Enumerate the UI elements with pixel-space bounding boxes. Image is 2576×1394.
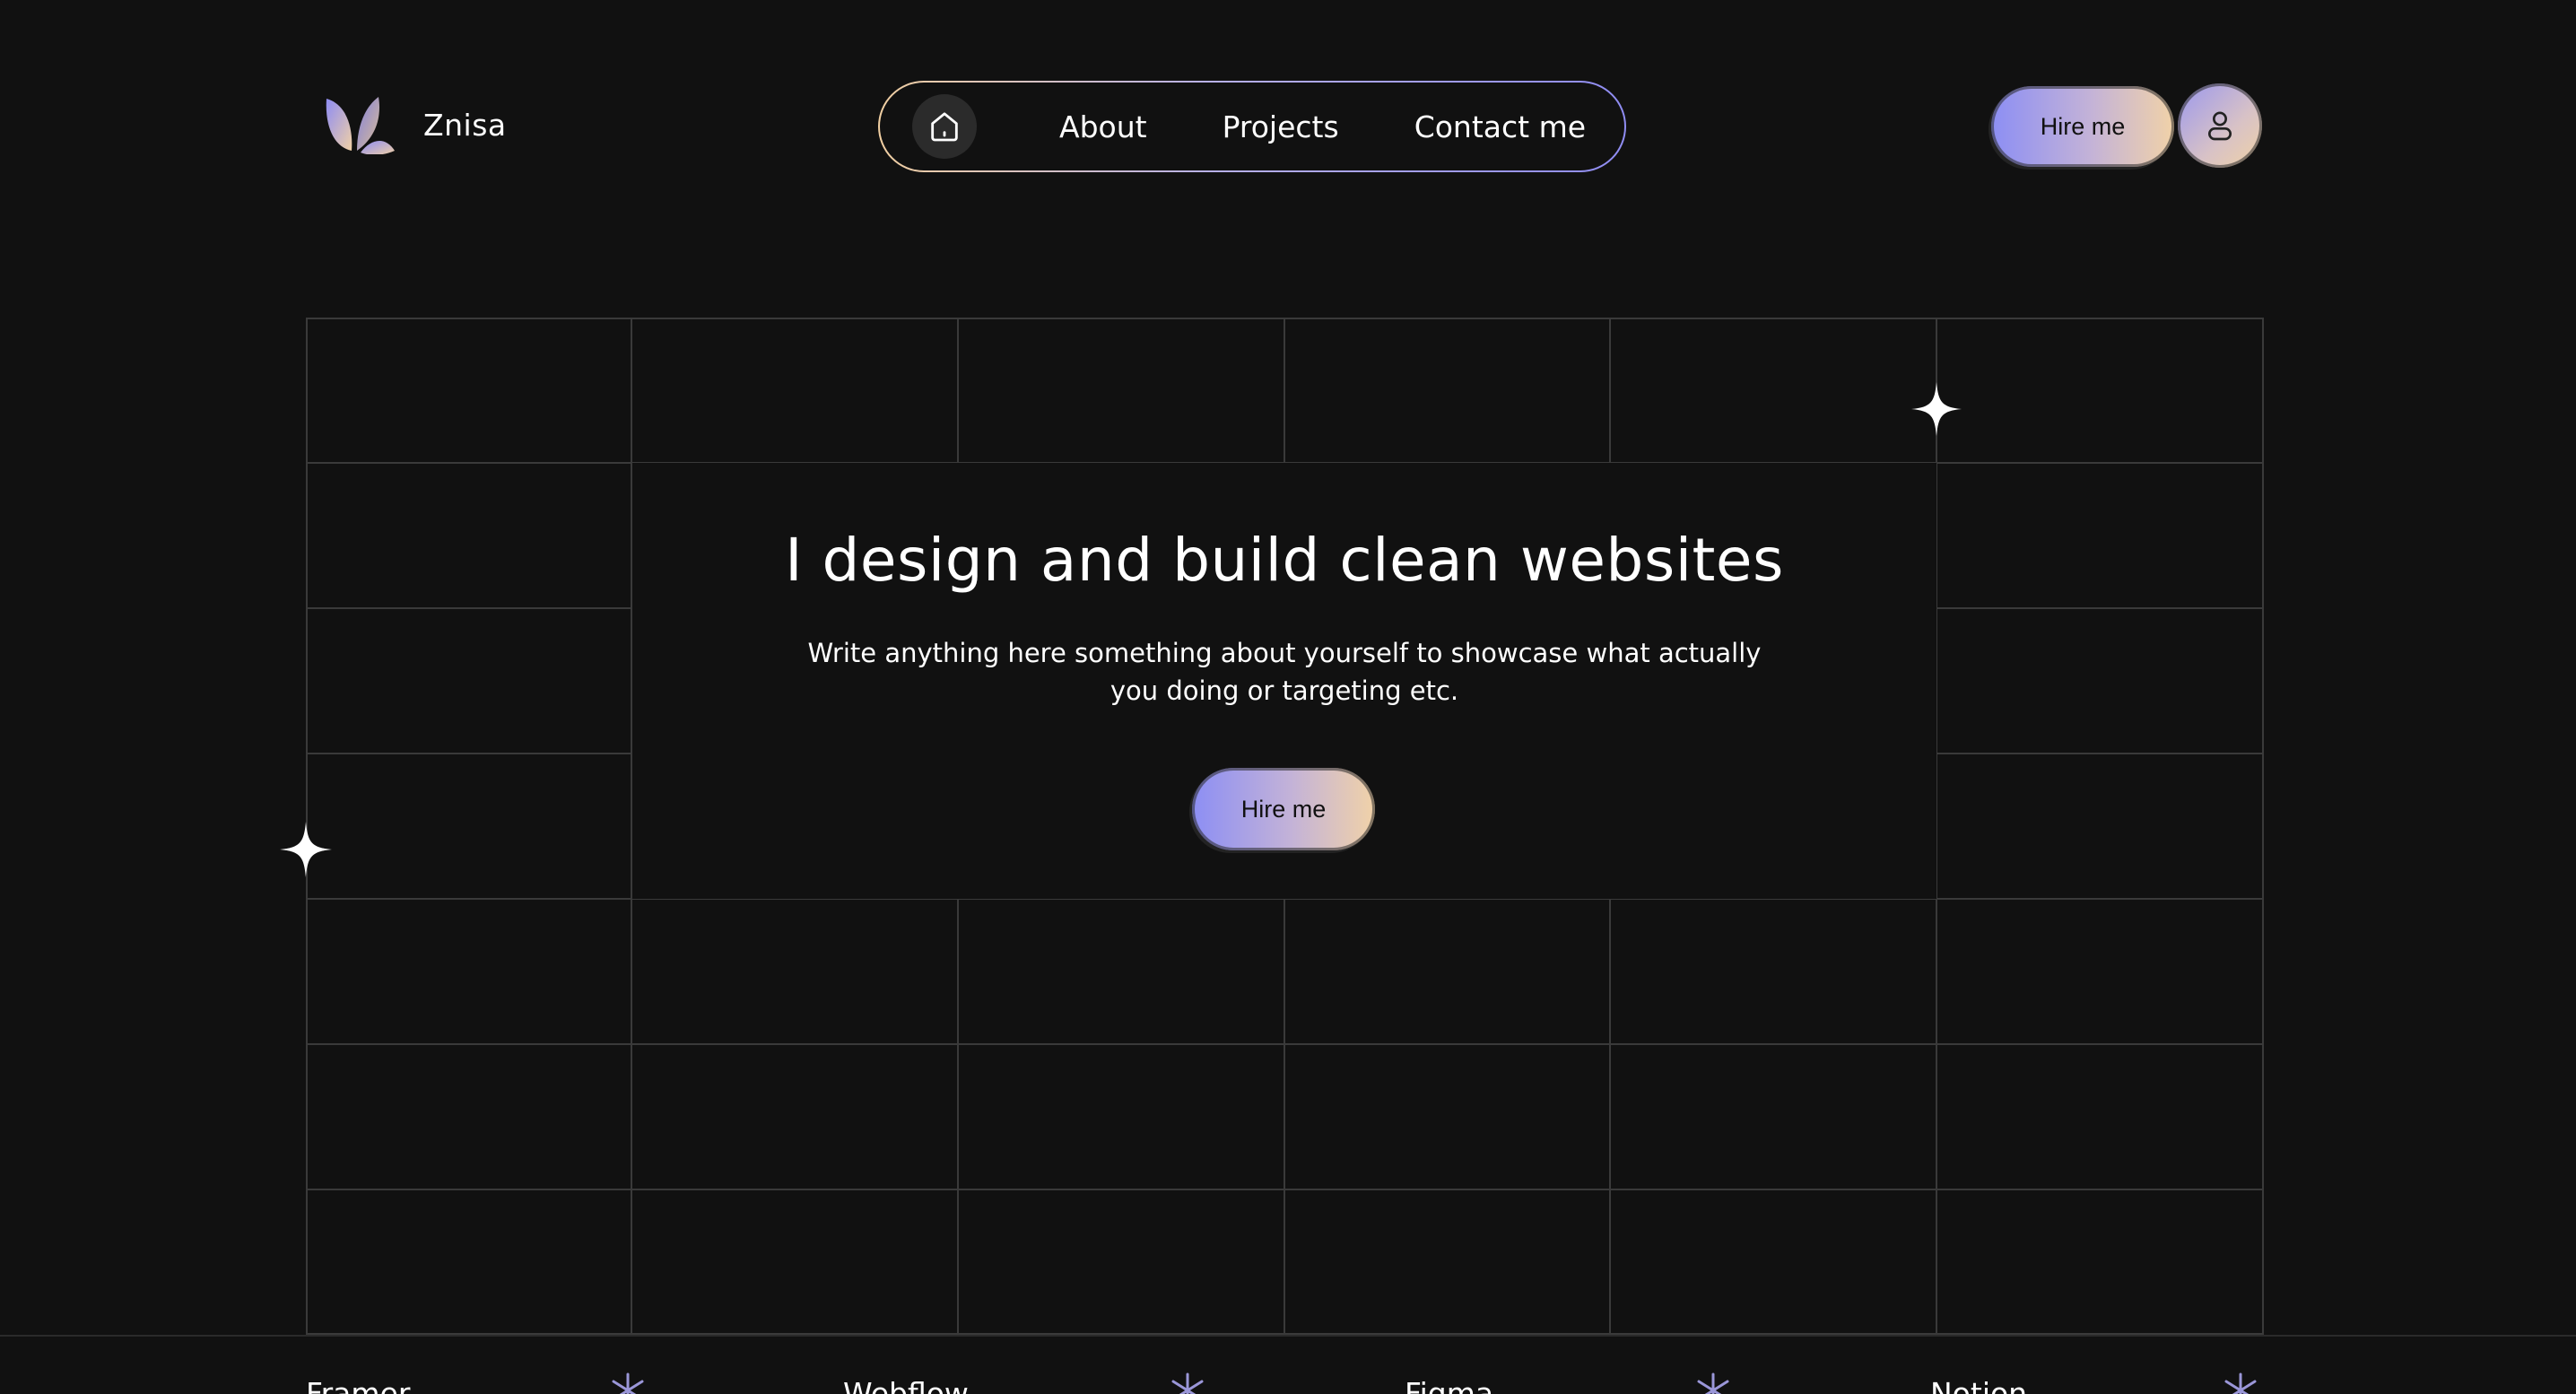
home-icon xyxy=(931,112,958,142)
asterisk-icon xyxy=(612,1372,644,1394)
hero-section: I design and build clean websites Write … xyxy=(632,463,1936,899)
sparkle-icon xyxy=(280,822,332,877)
portfolio-page: Znisa About Projects Contact me Hire me xyxy=(0,0,2576,1394)
hero-title: I design and build clean websites xyxy=(785,526,1784,595)
asterisk-icon xyxy=(2224,1372,2257,1394)
home-button[interactable] xyxy=(912,94,977,159)
nav-link-projects[interactable]: Projects xyxy=(1223,109,1339,144)
header-hire-button[interactable]: Hire me xyxy=(1991,86,2174,167)
marquee-item-figma: Figma xyxy=(1405,1376,1494,1394)
nav-link-about[interactable]: About xyxy=(1059,109,1147,144)
user-icon xyxy=(2208,111,2232,141)
main-navigation: About Projects Contact me xyxy=(878,81,1626,172)
brand-logo[interactable]: Znisa xyxy=(323,95,507,154)
tools-marquee: Framer Webflow Figma Notion xyxy=(0,1335,2576,1394)
leaf-logo-icon xyxy=(326,97,395,154)
brand-name: Znisa xyxy=(423,107,507,143)
hero-hire-button[interactable]: Hire me xyxy=(1192,768,1375,850)
marquee-item-webflow: Webflow xyxy=(843,1376,969,1394)
sparkle-icon xyxy=(1911,382,1962,436)
asterisk-icon xyxy=(1171,1372,1204,1394)
marquee-item-notion: Notion xyxy=(1930,1376,2028,1394)
nav-inner: About Projects Contact me xyxy=(880,83,1624,170)
marquee-item-framer: Framer xyxy=(306,1376,411,1394)
profile-button[interactable] xyxy=(2178,83,2262,168)
hero-subtitle: Write anything here something about your… xyxy=(807,638,1762,706)
nav-link-contact[interactable]: Contact me xyxy=(1414,109,1586,144)
asterisk-icon xyxy=(1697,1372,1729,1394)
